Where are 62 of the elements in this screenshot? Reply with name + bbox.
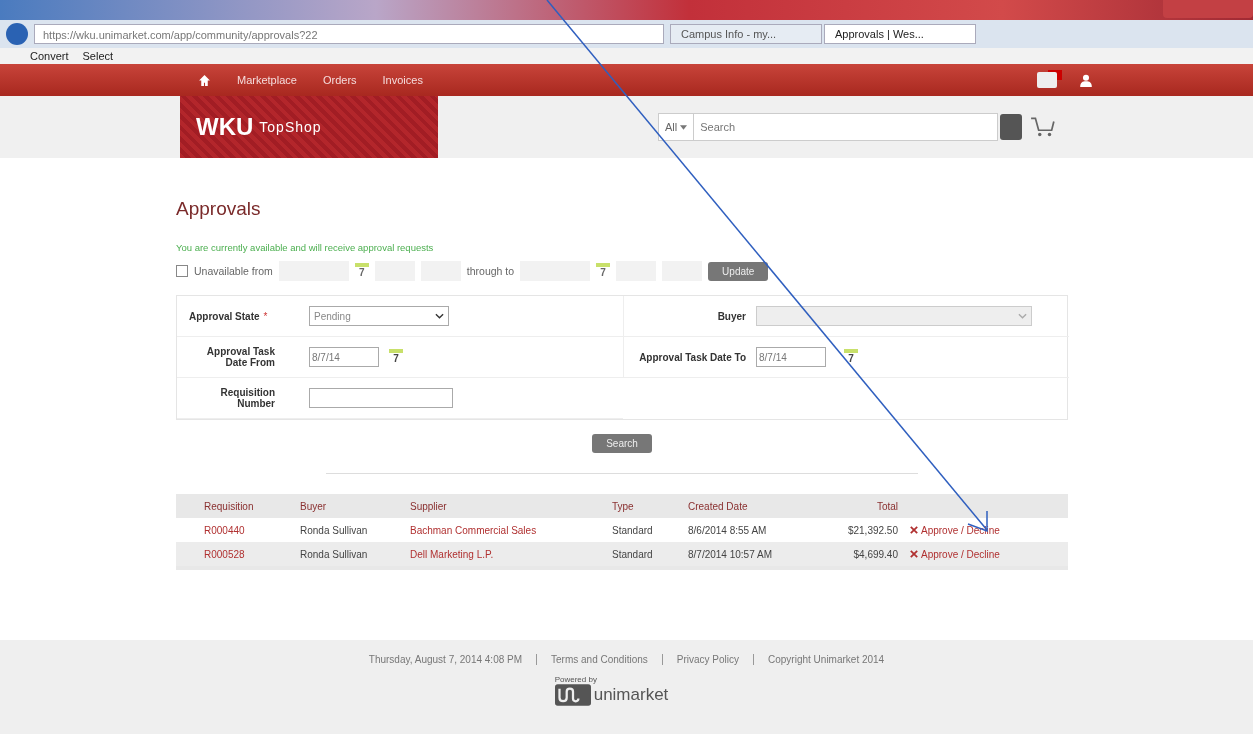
field-label: Requisition Number: [219, 387, 275, 409]
table-cell-text: $4,699.40: [852, 548, 898, 560]
cross-icon[interactable]: [910, 550, 918, 558]
supplier-link[interactable]: Bachman Commercial Sales: [410, 524, 612, 536]
requisition-link[interactable]: R000440: [204, 524, 300, 536]
date-field[interactable]: 8/7/14: [756, 347, 826, 367]
column-header: Buyer: [300, 500, 328, 512]
date-field[interactable]: 8/7/14: [309, 347, 379, 367]
field-label: Approval Task Date From: [205, 346, 275, 368]
input-field[interactable]: [309, 388, 453, 408]
approve-decline-link[interactable]: Approve / Decline: [921, 524, 1000, 536]
browser-tab[interactable]: Approvals | Wes...: [824, 24, 976, 44]
table-cell-text: Standard: [612, 548, 654, 560]
caret-icon[interactable]: [680, 124, 688, 130]
chevron-icon[interactable]: [435, 313, 444, 319]
nav-link[interactable]: Marketplace: [237, 74, 297, 86]
search-field[interactable]: Search: [694, 113, 998, 141]
column-header: Created Date: [688, 500, 749, 512]
status-message: You are currently available and will receive approval requests: [176, 242, 435, 253]
table-cell-text: Ronda Sullivan: [300, 524, 369, 536]
logo-banner[interactable]: WKU TopShop: [180, 96, 438, 158]
column-header: Requisition: [204, 500, 255, 512]
browser-tab[interactable]: Campus Info - my...: [670, 24, 822, 44]
search-button[interactable]: Search: [592, 434, 652, 453]
requisition-link[interactable]: R000528: [204, 548, 300, 560]
dropdown[interactable]: Pending: [309, 306, 449, 326]
cross-icon[interactable]: [910, 526, 918, 534]
required-mark: *: [263, 310, 268, 322]
through-label: through to: [466, 265, 515, 277]
table-cell-text: 8/7/2014 10:57 AM: [688, 548, 773, 560]
toolbar-item[interactable]: Convert: [30, 50, 69, 62]
user-icon[interactable]: [1079, 73, 1093, 87]
toolbar-item[interactable]: Select: [82, 50, 114, 62]
column-header: Type: [612, 500, 635, 512]
page-title: Approvals: [176, 198, 262, 220]
nav-link[interactable]: Orders: [322, 74, 357, 86]
table-cell-text: Standard: [612, 524, 654, 536]
approve-decline-link[interactable]: Approve / Decline: [921, 548, 1000, 560]
field-label: Buyer: [717, 310, 746, 322]
brand-name: unimarket: [593, 685, 669, 705]
table-cell-text: $21,392.50: [846, 524, 898, 536]
footer-link[interactable]: Copyright Unimarket 2014: [753, 654, 899, 665]
powered-by-text: Powered by: [554, 675, 598, 684]
table-cell-text: Ronda Sullivan: [300, 548, 369, 560]
unimarket-logo-icon: [554, 684, 591, 706]
footer-date: Thursday, August 7, 2014 4:08 PM: [367, 654, 524, 665]
column-header: Total: [875, 500, 898, 512]
field-label: Approval Task Date To: [639, 351, 746, 363]
update-button[interactable]: Update: [708, 261, 769, 281]
checkbox[interactable]: [176, 265, 188, 277]
footer-link[interactable]: Terms and Conditions: [536, 654, 662, 665]
column-header: Supplier: [410, 500, 448, 512]
address-field[interactable]: https://wku.unimarket.com/app/community/approvals?22: [34, 24, 664, 44]
supplier-link[interactable]: Dell Marketing L.P.: [410, 548, 612, 560]
footer-link[interactable]: Privacy Policy: [661, 654, 753, 665]
cart-icon[interactable]: [1030, 116, 1056, 138]
table-cell-text: 8/6/2014 8:55 AM: [688, 524, 768, 536]
nav-link[interactable]: Invoices: [382, 74, 423, 86]
home-icon[interactable]: [198, 73, 211, 87]
field-label: Approval State: [189, 310, 260, 322]
unavailable-label: Unavailable from: [194, 265, 273, 277]
scope-dropdown[interactable]: All: [658, 113, 695, 141]
